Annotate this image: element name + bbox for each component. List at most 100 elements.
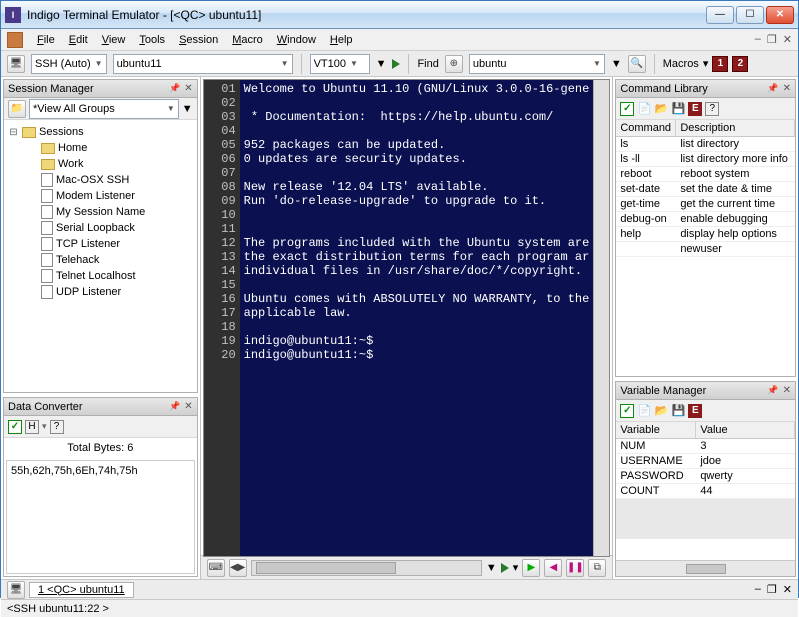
col-value[interactable]: Value [696,422,795,438]
col-command[interactable]: Command [616,120,676,136]
variable-row[interactable]: NUM3 [616,439,795,454]
play-menu-icon[interactable]: ▾ [513,561,519,574]
panel-close-icon[interactable]: ✕ [783,83,791,94]
hex-mode-button[interactable]: H [25,420,39,434]
mdi-close-icon[interactable]: ✕ [783,33,792,46]
command-row[interactable]: rebootreboot system [616,167,795,182]
menu-session[interactable]: Session [173,32,224,48]
help-icon[interactable]: ? [50,420,64,434]
new-icon[interactable]: 📄 [637,404,651,418]
connection-type-dropdown[interactable]: SSH (Auto)▼ [31,54,107,74]
tree-item[interactable]: Mac-OSX SSH [8,172,193,188]
host-dropdown[interactable]: ubuntu11▼ [113,54,293,74]
pin-icon[interactable]: 📌 [169,401,180,412]
open-icon[interactable]: 📂 [654,102,668,116]
emulation-dropdown[interactable]: VT100▼ [310,54,370,74]
close-button[interactable]: ✕ [766,6,794,24]
edit-icon[interactable]: E [688,404,702,418]
session-tree[interactable]: ⊟ Sessions Home Work Mac-OSX SSH Modem L… [4,120,197,392]
scroll-menu-icon[interactable]: ▼ [486,562,497,574]
variable-row[interactable]: USERNAMEjdoe [616,454,795,469]
open-icon[interactable]: 📂 [654,404,668,418]
tab-restore-icon[interactable]: ❐ [767,583,777,596]
command-row[interactable]: debug-onenable debugging [616,212,795,227]
menu-tools[interactable]: Tools [133,32,171,48]
session-filter-icon[interactable]: 📁 [8,100,26,118]
session-tab[interactable]: 1 <QC> ubuntu11 [29,582,134,598]
panel-close-icon[interactable]: ✕ [184,401,192,412]
terminal-hscrollbar[interactable] [251,560,482,576]
help-icon[interactable]: ? [705,102,719,116]
macros-menu-icon[interactable]: ▾ [703,57,709,70]
check-icon[interactable]: ✓ [8,420,22,434]
variable-hscrollbar[interactable] [616,560,795,576]
col-variable[interactable]: Variable [616,422,696,438]
save-icon[interactable]: 💾 [671,102,685,116]
command-row[interactable]: lslist directory [616,137,795,152]
left-right-icon[interactable]: ◀▶ [229,559,247,577]
mdi-restore-icon[interactable]: ❐ [767,33,777,46]
edit-icon[interactable]: E [688,102,702,116]
menu-macro[interactable]: Macro [226,32,269,48]
macro-1-button[interactable]: 1 [712,56,728,72]
record-marker-icon[interactable]: ◀ [544,559,562,577]
tree-item[interactable]: TCP Listener [8,236,193,252]
panel-close-icon[interactable]: ✕ [184,83,192,94]
tree-item[interactable]: Telehack [8,252,193,268]
connect-icon[interactable]: 🖥 [7,55,25,73]
menu-app-icon[interactable] [7,32,23,48]
hex-output[interactable]: 55h,62h,75h,6Eh,74h,75h [6,460,195,574]
find-menu-icon[interactable]: ▼ [611,58,622,70]
session-filter-menu-icon[interactable]: ▼ [182,103,193,115]
panel-close-icon[interactable]: ✕ [783,385,791,396]
menu-window[interactable]: Window [271,32,322,48]
terminal[interactable]: 01 02 03 04 05 06 07 08 09 10 11 12 13 1… [203,79,611,557]
minimize-button[interactable]: — [706,6,734,24]
mdi-minimize-icon[interactable]: – [755,33,761,46]
tree-item[interactable]: Modem Listener [8,188,193,204]
menu-edit[interactable]: Edit [63,32,94,48]
maximize-button[interactable]: ☐ [736,6,764,24]
menu-help[interactable]: Help [324,32,359,48]
variable-row[interactable]: COUNT44 [616,484,795,499]
col-description[interactable]: Description [676,120,795,136]
macro-2-button[interactable]: 2 [732,56,748,72]
pin-icon[interactable]: 📌 [767,385,778,396]
tab-list-icon[interactable]: 🖥 [7,581,25,599]
find-next-icon[interactable]: 🔍 [628,55,646,73]
run-button[interactable] [392,59,400,69]
command-grid[interactable]: CommandDescription lslist directoryls -l… [616,120,795,376]
play-icon[interactable] [501,563,509,573]
command-row[interactable]: set-dateset the date & time [616,182,795,197]
emulation-menu-icon[interactable]: ▼ [376,58,387,70]
find-input[interactable]: ubuntu▼ [469,54,605,74]
check-icon[interactable]: ✓ [620,102,634,116]
pause-icon[interactable]: ❚❚ [566,559,584,577]
command-row[interactable]: newuser [616,242,795,257]
command-row[interactable]: get-timeget the current time [616,197,795,212]
tab-close-icon[interactable]: ✕ [783,583,792,596]
menu-view[interactable]: View [96,32,132,48]
session-filter-dropdown[interactable]: *View All Groups▼ [29,99,179,119]
terminal-text[interactable]: Welcome to Ubuntu 11.10 (GNU/Linux 3.0.0… [240,80,594,556]
pin-icon[interactable]: 📌 [767,83,778,94]
record-start-icon[interactable]: ▶ [522,559,540,577]
tree-item[interactable]: UDP Listener [8,284,193,300]
terminal-vscrollbar[interactable] [593,80,609,556]
keyboard-icon[interactable]: ⌨ [207,559,225,577]
find-target-icon[interactable]: ⊕ [445,55,463,73]
command-row[interactable]: helpdisplay help options [616,227,795,242]
tree-item[interactable]: My Session Name [8,204,193,220]
pin-icon[interactable]: 📌 [169,83,180,94]
variable-grid[interactable]: VariableValue NUM3USERNAMEjdoePASSWORDqw… [616,422,795,560]
save-icon[interactable]: 💾 [671,404,685,418]
variable-row[interactable]: PASSWORDqwerty [616,469,795,484]
menu-file[interactable]: File [31,32,61,48]
tree-item[interactable]: Telnet Localhost [8,268,193,284]
command-row[interactable]: ls -lllist directory more info [616,152,795,167]
tree-item[interactable]: Serial Loopback [8,220,193,236]
check-icon[interactable]: ✓ [620,404,634,418]
settings-icon[interactable]: ⧉ [588,559,606,577]
tab-minimize-icon[interactable]: – [755,583,761,596]
new-icon[interactable]: 📄 [637,102,651,116]
